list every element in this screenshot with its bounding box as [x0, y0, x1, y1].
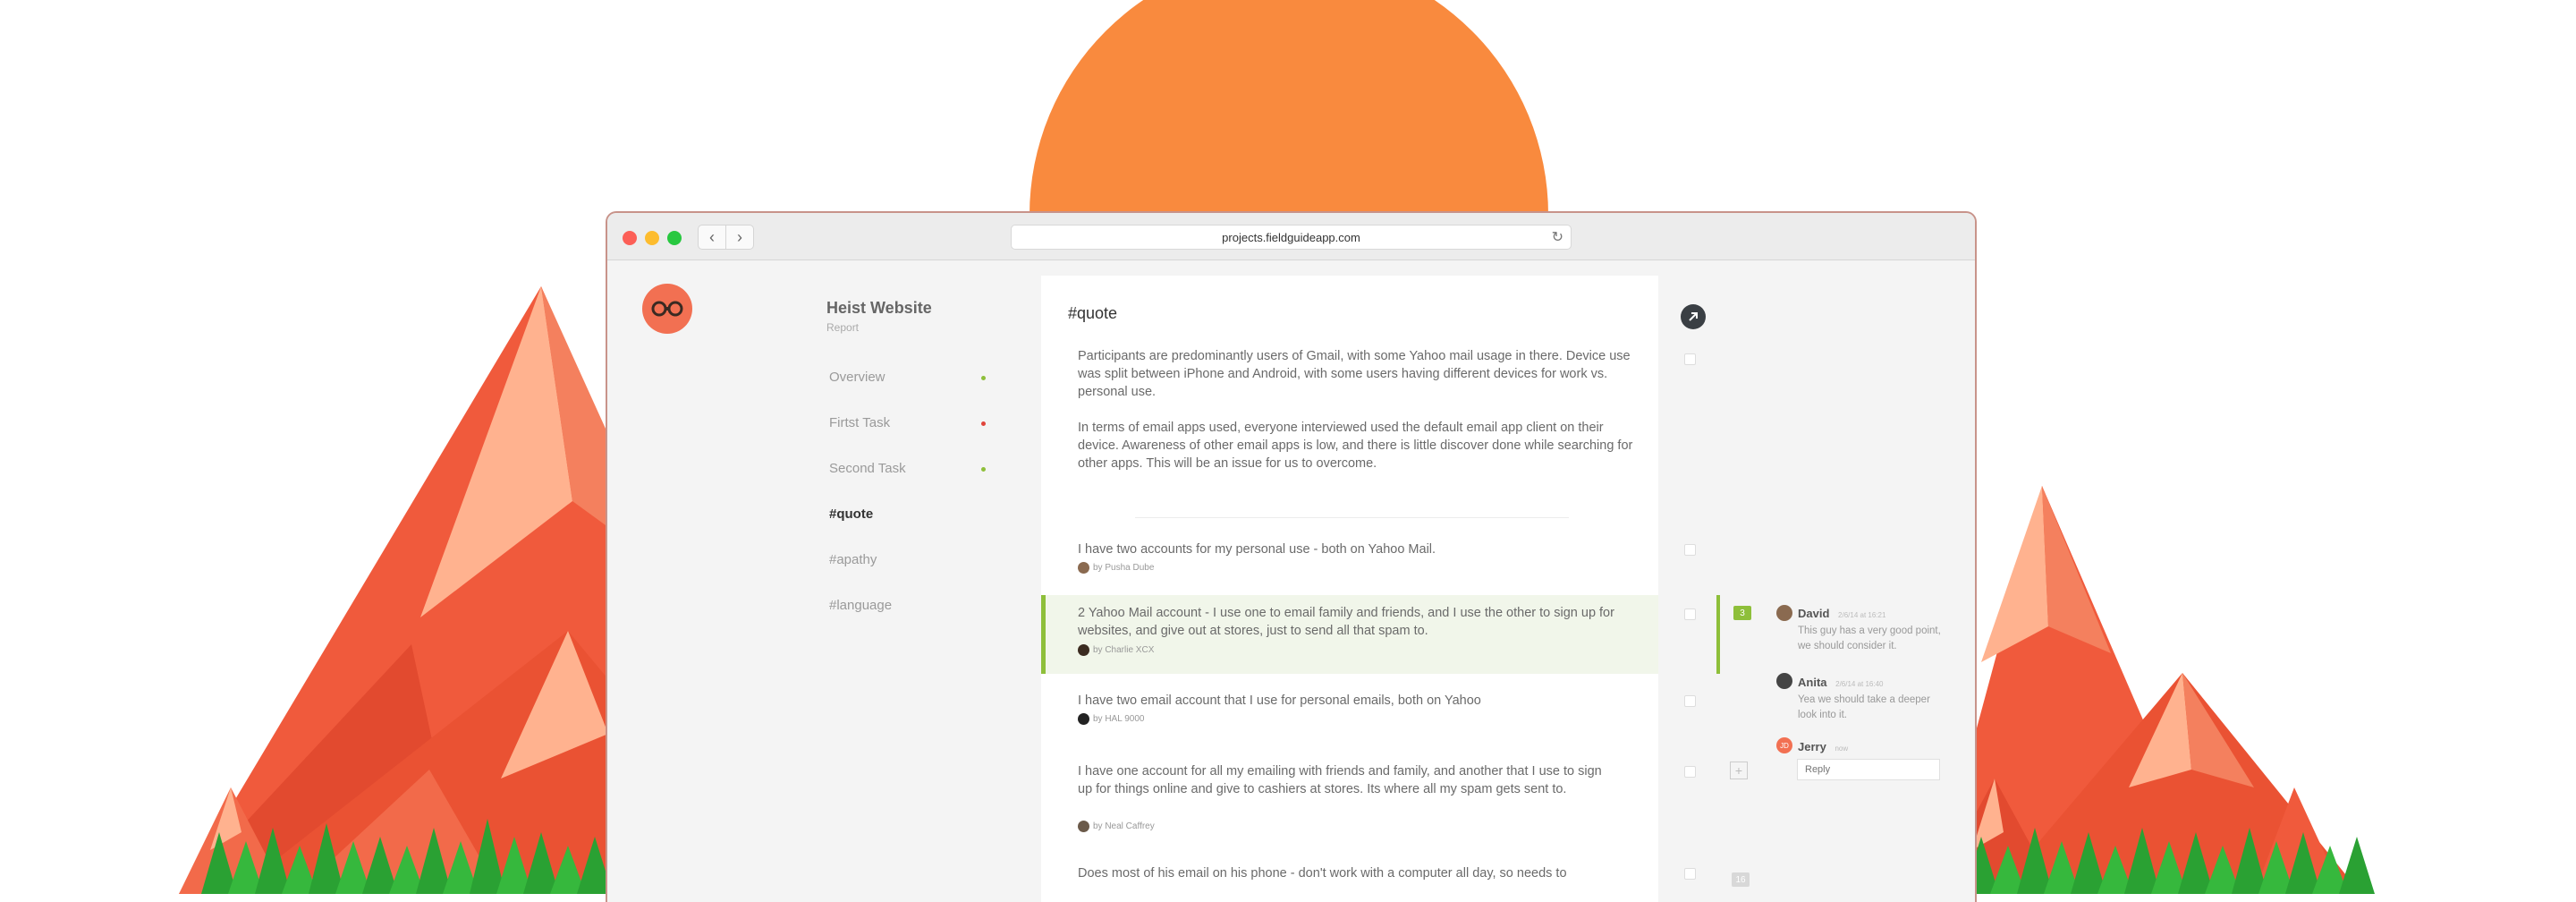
note-text: I have one account for all my emailing w… [1078, 764, 1602, 796]
note-author: by Charlie XCX [1078, 644, 1154, 656]
status-dot [981, 467, 986, 472]
avatar [1776, 673, 1792, 689]
note-text: I have two accounts for my personal use … [1078, 542, 1436, 557]
url-text: projects.fieldguideapp.com [1222, 230, 1360, 244]
binoculars-icon [651, 301, 683, 317]
list-item[interactable]: I have two accounts for my personal use … [1041, 535, 1696, 589]
comment-time: 2/6/14 at 16:21 [1838, 611, 1886, 619]
sidebar-item-apathy[interactable]: #apathy [829, 552, 877, 567]
sidebar-item-label: #language [829, 598, 893, 613]
note-author: by Neal Caffrey [1078, 821, 1155, 832]
comment-author-name: Anita [1798, 676, 1827, 689]
right-mountains [1932, 486, 2361, 894]
author-name: by Neal Caffrey [1093, 821, 1155, 831]
note-author: by HAL 9000 [1078, 713, 1144, 725]
comment-count-badge[interactable]: 3 [1733, 606, 1751, 620]
avatar-initials: JD [1780, 741, 1789, 750]
note-text: Does most of his email on his phone - do… [1078, 866, 1567, 881]
avatar: JD [1776, 737, 1792, 753]
address-bar[interactable]: projects.fieldguideapp.com ↻ [1011, 225, 1572, 250]
sidebar-item-label: Firtst Task [829, 415, 891, 430]
note-text: 2 Yahoo Mail account - I use one to emai… [1078, 606, 1614, 638]
summary-paragraph: In terms of email apps used, everyone in… [1078, 421, 1633, 471]
checkbox[interactable] [1684, 608, 1696, 620]
sidebar-item-label: #apathy [829, 552, 877, 567]
sidebar-item-first-task[interactable]: Firtst Task [829, 415, 890, 430]
comment-indicator-bar [1716, 595, 1720, 674]
sidebar-item-label: Overview [829, 370, 886, 385]
avatar [1776, 605, 1792, 621]
note-text: I have two email account that I use for … [1078, 694, 1481, 708]
comment-text: Yea we should take a deeper look into it… [1798, 694, 1930, 720]
report-panel: #quote Participants are predominantly us… [1041, 276, 1696, 902]
list-item[interactable]: I have one account for all my emailing w… [1041, 753, 1696, 834]
divider [1135, 517, 1569, 518]
comment-count-badge[interactable]: 16 [1732, 872, 1750, 887]
comment-text: This guy has a very good point, we shoul… [1798, 625, 1941, 651]
list-item[interactable]: I have two email account that I use for … [1041, 683, 1696, 736]
checkbox[interactable] [1684, 353, 1696, 365]
comment-author-name: David [1798, 607, 1830, 620]
comment-author-name: Jerry [1798, 740, 1826, 753]
status-dot [981, 376, 986, 380]
forward-button[interactable]: › [725, 225, 754, 250]
checkbox[interactable] [1684, 766, 1696, 778]
sidebar-item-quote[interactable]: #quote [829, 506, 873, 522]
minimize-window-button[interactable] [645, 231, 659, 245]
checkbox[interactable] [1684, 544, 1696, 556]
plus-icon: + [1734, 763, 1743, 778]
page-title: #quote [1068, 304, 1118, 322]
author-name: by Pusha Dube [1093, 563, 1155, 573]
browser-window: ‹ › projects.fieldguideapp.com ↻ Heist W… [606, 211, 1977, 902]
checkbox[interactable] [1684, 695, 1696, 707]
comment-time: now [1835, 745, 1849, 753]
project-title: Heist Website [826, 299, 932, 317]
avatar [1078, 644, 1089, 656]
project-subtitle: Report [826, 321, 860, 334]
sidebar-item-overview[interactable]: Overview [829, 370, 886, 385]
arrow-up-right-icon [1689, 312, 1698, 321]
list-item-selected[interactable]: 2 Yahoo Mail account - I use one to emai… [1041, 595, 1696, 674]
sidebar-item-label: Second Task [829, 461, 906, 476]
author-name: by Charlie XCX [1093, 645, 1155, 655]
avatar [1078, 562, 1089, 574]
avatar [1078, 713, 1089, 725]
reload-icon[interactable]: ↻ [1552, 228, 1563, 246]
note-author: by Pusha Dube [1078, 562, 1154, 574]
checkbox[interactable] [1684, 868, 1696, 880]
maximize-window-button[interactable] [667, 231, 682, 245]
sidebar-item-second-task[interactable]: Second Task [829, 461, 906, 476]
comment-time: 2/6/14 at 16:40 [1835, 680, 1884, 688]
summary-paragraph: Participants are predominantly users of … [1078, 349, 1631, 399]
chevron-left-icon: ‹ [709, 227, 715, 246]
add-comment-button[interactable]: + [1730, 762, 1748, 779]
list-item[interactable]: Does most of his email on his phone - do… [1041, 855, 1696, 902]
comment-author: Anita 2/6/14 at 16:40 [1798, 676, 1884, 689]
sidebar-item-language[interactable]: #language [829, 598, 892, 613]
app-logo[interactable] [642, 284, 692, 334]
status-dot [981, 421, 986, 426]
chevron-right-icon: › [737, 227, 742, 246]
share-button[interactable] [1681, 304, 1706, 329]
close-window-button[interactable] [623, 231, 637, 245]
browser-titlebar: ‹ › projects.fieldguideapp.com ↻ [607, 213, 1975, 260]
comment-author: Jerry now [1798, 740, 1848, 753]
reply-input[interactable] [1797, 759, 1940, 780]
comment-author: David 2/6/14 at 16:21 [1798, 607, 1885, 620]
avatar [1078, 821, 1089, 832]
sidebar-item-label: #quote [829, 506, 874, 522]
back-button[interactable]: ‹ [698, 225, 726, 250]
author-name: by HAL 9000 [1093, 714, 1145, 724]
